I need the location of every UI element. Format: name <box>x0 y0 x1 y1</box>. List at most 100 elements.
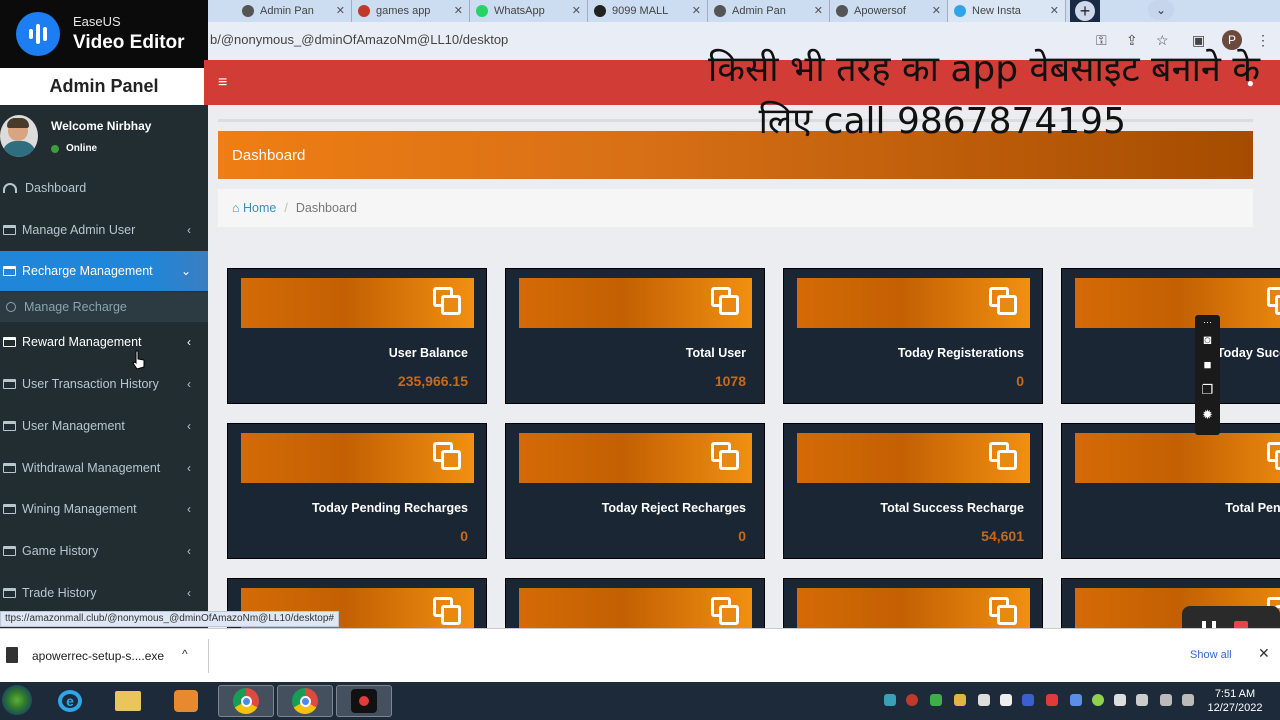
copy-icon <box>433 287 463 315</box>
start-button[interactable] <box>2 685 32 715</box>
browser-tab[interactable]: WhatsApp ✕ <box>470 0 588 22</box>
download-item[interactable]: apowerrec-setup-s....exe <box>32 649 164 663</box>
internet-explorer-icon: e <box>58 690 82 712</box>
copy-icon <box>989 442 1019 470</box>
app-brand[interactable]: Admin Panel <box>0 68 208 105</box>
sidebar-item-user-transaction-history[interactable]: User Transaction History ‹ <box>0 364 208 404</box>
tray-record-icon[interactable] <box>906 694 918 706</box>
stat-card-today-success-recharge[interactable]: Today Success Recha <box>1061 268 1280 404</box>
network-icon[interactable] <box>1160 694 1172 706</box>
tray-app-icon[interactable] <box>1022 694 1034 706</box>
tray-app-icon[interactable] <box>1092 694 1104 706</box>
card-band <box>797 278 1030 328</box>
tray-app-icon[interactable] <box>1046 694 1058 706</box>
stat-card[interactable] <box>783 578 1043 628</box>
status-dot-icon <box>51 144 59 153</box>
sidebar-item-wining-management[interactable]: Wining Management ‹ <box>0 489 208 529</box>
toolbar-more-icon[interactable]: ⋯ <box>1199 317 1216 328</box>
tab-search-button[interactable]: ⌄ <box>1148 0 1174 20</box>
close-tab-icon[interactable]: ✕ <box>454 4 463 17</box>
hand-cursor-icon <box>132 350 145 370</box>
close-tab-icon[interactable]: ✕ <box>814 4 823 17</box>
browser-tab[interactable]: games app ✕ <box>352 0 470 22</box>
stat-card-today-pending-recharges[interactable]: Today Pending Recharges 0 <box>227 423 487 559</box>
sidebar-item-trade-history[interactable]: Trade History ‹ <box>0 573 208 613</box>
browser-tab[interactable]: 9099 MALL ✕ <box>588 0 708 22</box>
browser-tab-active[interactable]: New Insta ✕ <box>948 0 1066 22</box>
tray-app-icon[interactable] <box>978 694 990 706</box>
system-clock[interactable]: 7:51 AM 12/27/2022 <box>1206 687 1264 715</box>
close-tab-icon[interactable]: ✕ <box>336 4 345 17</box>
hamburger-menu-icon[interactable]: ≡ <box>218 74 227 92</box>
url-field[interactable]: b/@nonymous_@dminOfAmazoNm@LL10/desktop <box>210 32 508 47</box>
internet-explorer-button[interactable]: e <box>42 685 98 717</box>
camera-icon[interactable]: ◙ <box>1199 332 1216 347</box>
gear-icon[interactable]: ✹ <box>1199 407 1216 423</box>
status-bar-url: ttps://amazonmall.club/@nonymous_@dminOf… <box>0 611 339 627</box>
close-icon[interactable]: ✕ <box>1258 645 1270 662</box>
breadcrumb-home-link[interactable]: ⌂ Home <box>232 201 276 215</box>
card-band <box>519 588 752 628</box>
dashboard-icon <box>3 183 17 193</box>
browser-tab[interactable]: Admin Pan ✕ <box>236 0 352 22</box>
video-camera-icon[interactable]: ■ <box>1199 357 1216 372</box>
list-icon <box>3 588 16 598</box>
media-player-icon <box>174 690 198 712</box>
close-tab-icon[interactable]: ✕ <box>1050 4 1059 17</box>
stat-card-total-success-recharge[interactable]: Total Success Recharge 54,601 <box>783 423 1043 559</box>
stat-card-user-balance[interactable]: User Balance 235,966.15 <box>227 268 487 404</box>
chrome-profile-button[interactable] <box>277 685 333 717</box>
browser-tab[interactable]: Apowersof ✕ <box>830 0 948 22</box>
stat-card-today-reject-recharges[interactable]: Today Reject Recharges 0 <box>505 423 765 559</box>
breadcrumb: ⌂ Home / Dashboard <box>218 189 1253 227</box>
copy-icon <box>711 442 741 470</box>
copy-icon <box>989 287 1019 315</box>
sidebar-item-dashboard[interactable]: Dashboard <box>0 168 208 208</box>
chevron-up-icon[interactable]: ^ <box>182 647 188 661</box>
close-tab-icon[interactable]: ✕ <box>692 4 701 17</box>
tray-app-icon[interactable] <box>884 694 896 706</box>
screens-icon[interactable]: ❐ <box>1199 382 1216 398</box>
stat-card-total-user[interactable]: Total User 1078 <box>505 268 765 404</box>
chrome-button[interactable] <box>218 685 274 717</box>
sidebar-item-recharge-management[interactable]: Recharge Management ⌄ <box>0 251 208 291</box>
tray-app-icon[interactable] <box>1000 694 1012 706</box>
sidebar-item-game-history[interactable]: Game History ‹ <box>0 531 208 571</box>
card-label: Today Success Recha <box>1216 346 1280 360</box>
sidebar-item-reward-management[interactable]: Reward Management ‹ <box>0 322 208 362</box>
browser-tab[interactable]: Admin Pan ✕ <box>708 0 830 22</box>
sidebar-item-manage-admin-user[interactable]: Manage Admin User ‹ <box>0 210 208 250</box>
recorder-app-button[interactable] <box>336 685 392 717</box>
tray-app-icon[interactable] <box>930 694 942 706</box>
copy-icon <box>1267 287 1280 315</box>
sidebar-item-withdrawal-management[interactable]: Withdrawal Management ‹ <box>0 448 208 488</box>
copy-icon <box>711 287 741 315</box>
card-band <box>797 433 1030 483</box>
sidebar-item-user-management[interactable]: User Management ‹ <box>0 406 208 446</box>
stat-card-today-registrations[interactable]: Today Registerations 0 <box>783 268 1043 404</box>
sidebar-subitem-manage-recharge[interactable]: Manage Recharge <box>0 292 208 322</box>
card-value: 0 <box>738 528 746 544</box>
new-tab-button[interactable]: + <box>1070 0 1100 22</box>
list-icon <box>3 337 16 347</box>
close-tab-icon[interactable]: ✕ <box>572 4 581 17</box>
show-all-link[interactable]: Show all <box>1190 649 1232 661</box>
card-label: Today Registerations <box>897 346 1024 360</box>
tray-app-icon[interactable] <box>1136 694 1148 706</box>
copy-icon <box>1267 442 1280 470</box>
file-icon <box>6 647 18 663</box>
media-player-button[interactable] <box>158 685 214 717</box>
card-value: 1078 <box>714 373 746 389</box>
stat-card-total-pending-recharge[interactable]: Total Pending Recha 22 <box>1061 423 1280 559</box>
volume-icon[interactable] <box>1182 694 1194 706</box>
promo-overlay-text: किसी भी तरह का app वेबसाइट बनाने के लिए … <box>707 49 1260 142</box>
file-explorer-button[interactable] <box>100 685 156 717</box>
chevron-left-icon: ‹ <box>187 419 191 433</box>
tray-power-icon[interactable] <box>954 694 966 706</box>
easeus-watermark: EaseUS Video Editor <box>0 0 208 68</box>
close-tab-icon[interactable]: ✕ <box>932 4 941 17</box>
bluetooth-icon[interactable] <box>1070 694 1082 706</box>
chevron-left-icon: ‹ <box>187 461 191 475</box>
stat-card[interactable] <box>505 578 765 628</box>
action-center-icon[interactable] <box>1114 694 1126 706</box>
